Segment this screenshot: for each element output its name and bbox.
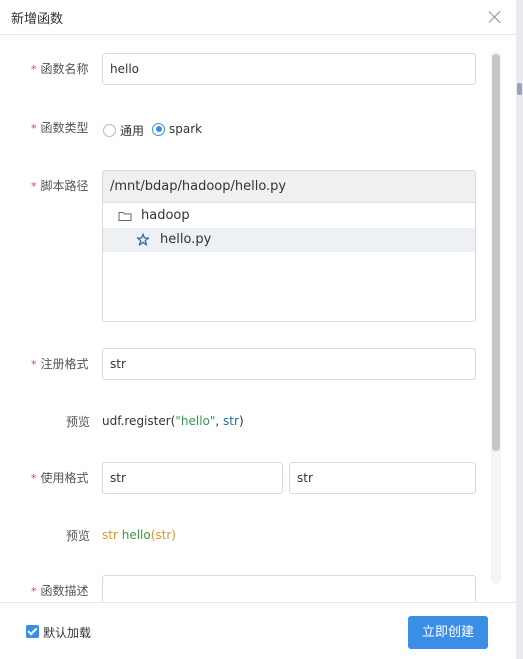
code-func-name: hello	[121, 528, 151, 542]
func-name-input[interactable]: hello	[102, 53, 476, 85]
tree-item-label: hadoop	[141, 208, 190, 223]
use-format-label: * 使用格式	[31, 471, 89, 485]
new-function-dialog: 新增函数 * 函数名称 hello * 函数类型 通用 spark * 脚本路径 /m…	[0, 0, 516, 659]
register-format-label: * 注册格式	[31, 357, 89, 371]
scrollbar[interactable]	[491, 51, 501, 584]
radio-general-label: 通用	[120, 124, 145, 138]
code-return-type: str	[102, 528, 118, 542]
default-load-label[interactable]: 默认加载	[43, 624, 91, 641]
dialog-header: 新增函数	[0, 0, 516, 35]
func-type-label: * 函数类型	[31, 121, 89, 135]
required-mark: *	[31, 63, 37, 76]
code-paren-close: )	[171, 528, 176, 542]
use-format-args-input[interactable]: str	[289, 462, 476, 494]
radio-spark-label: spark	[169, 122, 203, 136]
script-path-value[interactable]: /mnt/bdap/hadoop/hello.py	[103, 171, 475, 203]
radio-general[interactable]: 通用	[103, 122, 144, 139]
code-prefix: udf.register(	[102, 414, 176, 428]
python-file-icon	[136, 233, 150, 246]
code-suffix: )	[238, 414, 244, 428]
folder-icon	[118, 212, 132, 221]
func-name-label: * 函数名称	[31, 62, 89, 76]
next-field-label: * 函数描述	[31, 584, 89, 598]
tree-item-hello-py[interactable]: hello.py	[103, 228, 475, 252]
tree-item-label: hello.py	[160, 232, 212, 247]
use-preview-code: str hello(str)	[102, 528, 176, 542]
required-mark: *	[31, 122, 37, 135]
backdrop-mark	[517, 83, 522, 95]
required-mark: *	[31, 472, 37, 485]
dialog-body: * 函数名称 hello * 函数类型 通用 spark * 脚本路径 /mnt/bd…	[0, 36, 516, 602]
backdrop-strip	[516, 0, 523, 659]
radio-spark[interactable]: spark	[152, 122, 202, 136]
required-mark: *	[31, 585, 37, 598]
code-sep: ,	[215, 414, 224, 428]
dialog-title: 新增函数	[11, 12, 64, 27]
dialog-footer: 默认加载 立即创建	[0, 602, 516, 659]
code-func-name: "hello"	[175, 414, 216, 428]
register-format-input[interactable]: str	[102, 348, 476, 380]
required-mark: *	[31, 358, 37, 371]
radio-general-circle[interactable]	[103, 124, 116, 137]
code-type: str	[223, 414, 239, 428]
create-button[interactable]: 立即创建	[408, 616, 488, 649]
scrollbar-thumb[interactable]	[492, 54, 500, 451]
register-preview-label: 预览	[66, 415, 91, 429]
radio-spark-circle[interactable]	[152, 122, 165, 136]
code-arg: str	[155, 528, 172, 542]
use-preview-label: 预览	[66, 529, 91, 543]
next-field-input[interactable]	[102, 575, 476, 602]
script-path-picker: /mnt/bdap/hadoop/hello.py hadoop hello.p…	[102, 170, 476, 322]
script-path-label: * 脚本路径	[31, 179, 89, 193]
required-mark: *	[31, 180, 37, 193]
default-load-checkbox[interactable]	[26, 625, 39, 638]
use-format-return-input[interactable]: str	[102, 462, 283, 494]
tree-item-hadoop[interactable]: hadoop	[103, 204, 475, 228]
close-icon[interactable]	[488, 10, 502, 24]
register-preview-code: udf.register("hello", str)	[102, 414, 244, 428]
